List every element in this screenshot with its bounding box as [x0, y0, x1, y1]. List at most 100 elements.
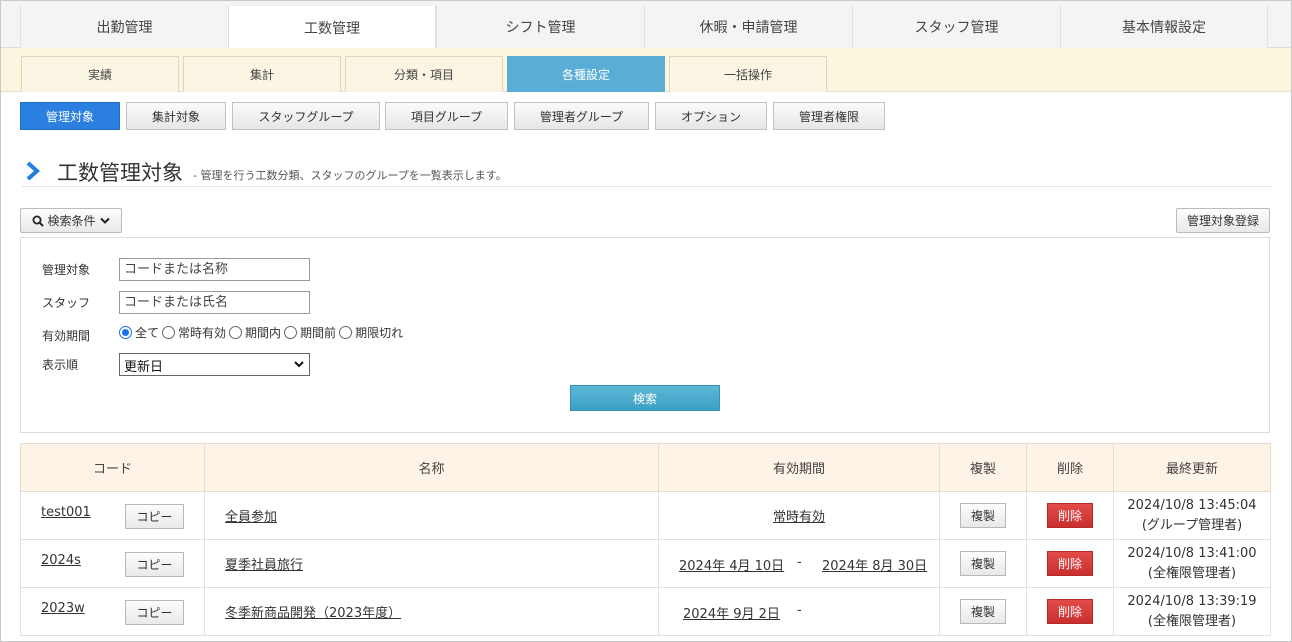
btn-managed-targets[interactable]: 管理対象 — [20, 102, 120, 130]
tab-man-hours[interactable]: 工数管理 — [228, 6, 436, 49]
col-header-code: コード — [20, 443, 205, 492]
copy-button[interactable]: コピー — [125, 504, 184, 529]
col-header-name: 名称 — [204, 443, 659, 492]
btn-options[interactable]: オプション — [655, 102, 767, 130]
period-cell: 2024年 4月 10日 - 2024年 8月 30日 — [658, 539, 940, 588]
duplicate-button[interactable]: 複製 — [960, 599, 1006, 624]
chevron-down-icon — [99, 217, 110, 224]
name-cell: 冬季新商品開発（2023年度） — [204, 587, 659, 636]
period-separator: - — [797, 603, 802, 618]
tab-attendance[interactable]: 出勤管理 — [20, 6, 228, 48]
search-conditions-toggle[interactable]: 検索条件 — [20, 208, 122, 233]
subtab-results[interactable]: 実績 — [21, 56, 179, 92]
target-search-input[interactable] — [119, 258, 310, 281]
tab-basic-settings[interactable]: 基本情報設定 — [1060, 6, 1268, 48]
subtab-categories[interactable]: 分類・項目 — [345, 56, 503, 92]
table-row: 2023w コピー 冬季新商品開発（2023年度） 2024年 9月 2日 - … — [20, 587, 1271, 636]
col-header-delete: 削除 — [1026, 443, 1114, 492]
col-header-duplicate: 複製 — [939, 443, 1027, 492]
order-label: 表示順 — [42, 358, 79, 372]
updated-cell: 2024/10/8 13:41:00 (全権限管理者) — [1113, 539, 1271, 588]
period-end-link[interactable]: 2024年 8月 30日 — [822, 555, 927, 574]
name-link[interactable]: 冬季新商品開発（2023年度） — [225, 606, 401, 621]
updated-by: (全権限管理者) — [1147, 613, 1237, 629]
tab-shift[interactable]: シフト管理 — [436, 6, 644, 48]
table-header-row: コード 名称 有効期間 複製 削除 最終更新 — [20, 443, 1271, 492]
subtab-settings[interactable]: 各種設定 — [507, 56, 665, 92]
tab-leave-requests[interactable]: 休暇・申請管理 — [644, 6, 852, 48]
period-option-all[interactable]: 全て — [119, 324, 159, 341]
radio-button[interactable] — [339, 326, 353, 339]
radio-button[interactable] — [229, 326, 243, 339]
period-option-expired[interactable]: 期限切れ — [339, 324, 403, 341]
table-row: 2024s コピー 夏季社員旅行 2024年 4月 10日 - 2024年 8月… — [20, 539, 1271, 588]
order-select-value: 更新日 — [124, 360, 164, 375]
order-select[interactable]: 更新日 — [119, 353, 310, 376]
period-start-link[interactable]: 2024年 9月 2日 — [683, 603, 780, 622]
staff-search-input[interactable] — [119, 291, 310, 314]
delete-cell: 削除 — [1026, 539, 1114, 588]
duplicate-button[interactable]: 複製 — [960, 503, 1006, 528]
page-heading: 工数管理対象 - 管理を行う工数分類、スタッフのグループを一覧表示します。 — [23, 157, 1271, 187]
code-link[interactable]: 2024s — [41, 553, 81, 568]
code-cell: test001 コピー — [20, 491, 205, 540]
period-cell: 常時有効 — [658, 491, 940, 540]
app-frame: 出勤管理 工数管理 シフト管理 休暇・申請管理 スタッフ管理 基本情報設定 実績… — [0, 0, 1292, 642]
radio-label: 全て — [135, 326, 160, 340]
table-row: test001 コピー 全員参加 常時有効 複製 削除 2024/10/8 13… — [20, 491, 1271, 540]
code-link[interactable]: 2023w — [41, 601, 85, 616]
period-label: 有効期間 — [42, 329, 91, 343]
btn-staff-groups[interactable]: スタッフグループ — [232, 102, 380, 130]
name-cell: 全員参加 — [204, 491, 659, 540]
main-nav: 出勤管理 工数管理 シフト管理 休暇・申請管理 スタッフ管理 基本情報設定 — [1, 1, 1291, 49]
radio-button[interactable] — [284, 326, 298, 339]
radio-label: 期間内 — [245, 326, 282, 340]
btn-item-groups[interactable]: 項目グループ — [385, 102, 508, 130]
register-target-button[interactable]: 管理対象登録 — [1176, 208, 1270, 233]
code-cell: 2024s コピー — [20, 539, 205, 588]
period-cell: 2024年 9月 2日 - — [658, 587, 940, 636]
period-option-before[interactable]: 期間前 — [284, 324, 336, 341]
delete-cell: 削除 — [1026, 587, 1114, 636]
staff-label: スタッフ — [42, 296, 91, 310]
updated-cell: 2024/10/8 13:39:19 (全権限管理者) — [1113, 587, 1271, 636]
name-link[interactable]: 夏季社員旅行 — [225, 558, 303, 573]
period-separator: - — [797, 555, 802, 570]
period-option-always[interactable]: 常時有効 — [162, 324, 226, 341]
period-option-within[interactable]: 期間内 — [229, 324, 281, 341]
copy-button[interactable]: コピー — [125, 600, 184, 625]
radio-label: 期限切れ — [355, 326, 404, 340]
btn-aggregate-targets[interactable]: 集計対象 — [126, 102, 226, 130]
btn-admin-permissions[interactable]: 管理者権限 — [773, 102, 885, 130]
period-radio-group: 全て 常時有効 期間内 期間前 期限切れ — [119, 324, 406, 341]
subtab-bulk[interactable]: 一括操作 — [669, 56, 827, 92]
updated-by: (全権限管理者) — [1147, 565, 1237, 581]
search-submit-button[interactable]: 検索 — [570, 385, 720, 411]
tab-staff[interactable]: スタッフ管理 — [852, 6, 1060, 48]
copy-button[interactable]: コピー — [125, 552, 184, 577]
btn-admin-groups[interactable]: 管理者グループ — [514, 102, 649, 130]
radio-button[interactable] — [119, 326, 132, 339]
duplicate-button[interactable]: 複製 — [960, 551, 1006, 576]
search-panel: 管理対象 スタッフ 有効期間 全て 常時有効 期間内 期間前 期限切れ 表示順 … — [20, 237, 1270, 433]
code-link[interactable]: test001 — [41, 505, 91, 520]
code-cell: 2023w コピー — [20, 587, 205, 636]
duplicate-cell: 複製 — [939, 587, 1027, 636]
targets-table: コード 名称 有効期間 複製 削除 最終更新 test001 コピー 全員参加 … — [20, 443, 1271, 636]
period-start-link[interactable]: 2024年 4月 10日 — [679, 555, 784, 574]
radio-label: 常時有効 — [178, 326, 227, 340]
delete-button[interactable]: 削除 — [1047, 599, 1093, 624]
delete-button[interactable]: 削除 — [1047, 503, 1093, 528]
name-link[interactable]: 全員参加 — [225, 510, 277, 525]
subtab-aggregate[interactable]: 集計 — [183, 56, 341, 92]
delete-button[interactable]: 削除 — [1047, 551, 1093, 576]
col-header-period: 有効期間 — [658, 443, 940, 492]
updated-timestamp: 2024/10/8 13:39:19 — [1127, 593, 1257, 609]
updated-timestamp: 2024/10/8 13:41:00 — [1127, 545, 1257, 561]
page-description: - 管理を行う工数分類、スタッフのグループを一覧表示します。 — [193, 169, 507, 182]
radio-label: 期間前 — [300, 326, 337, 340]
chevron-right-icon — [26, 161, 41, 181]
search-icon — [32, 215, 45, 227]
radio-button[interactable] — [162, 326, 176, 339]
period-always-link[interactable]: 常時有効 — [773, 510, 825, 525]
